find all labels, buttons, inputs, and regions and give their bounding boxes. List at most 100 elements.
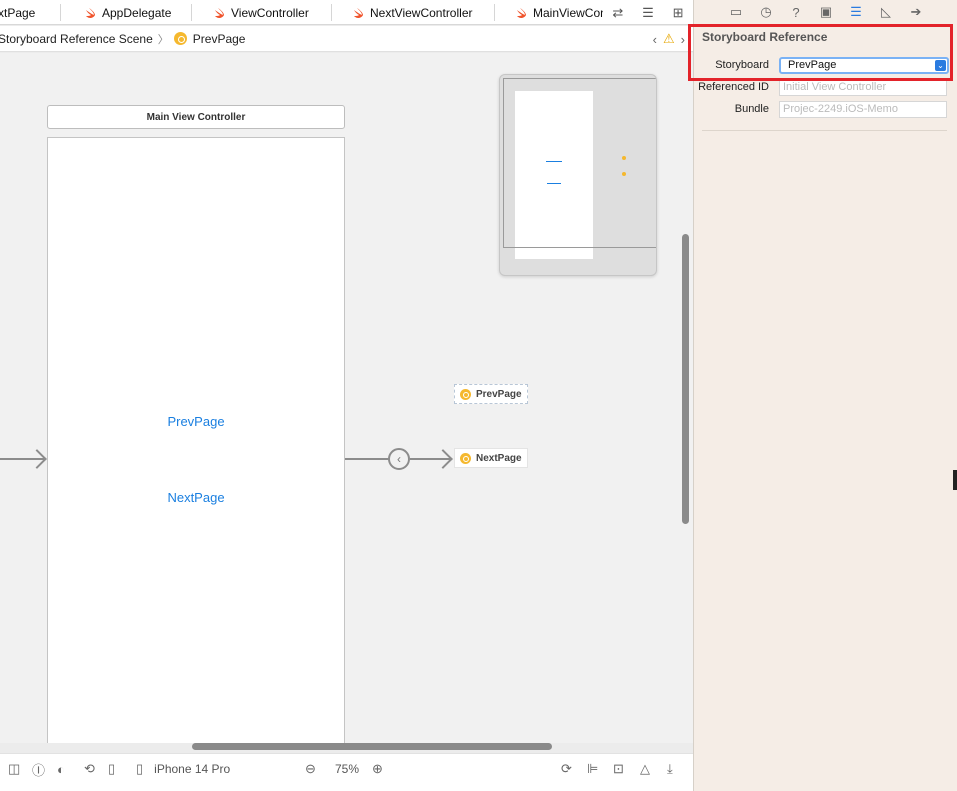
- main-view-controller-scene[interactable]: PrevPage NextPage: [47, 137, 345, 743]
- storyboard-row: Storyboard PrevPage ⌄: [694, 55, 957, 75]
- appearance-toggle[interactable]: ◐: [57, 754, 65, 784]
- minimap-viewport[interactable]: [503, 78, 656, 248]
- editor-tools: ⇄ ☰ ⊞: [603, 0, 693, 24]
- layout-icon: ▯: [108, 761, 116, 776]
- tab-divider: [331, 4, 332, 21]
- tab-nextviewcontroller[interactable]: NextViewController: [353, 0, 473, 24]
- add-editor-icon[interactable]: ⊞: [673, 5, 684, 21]
- sidebar-icon: ◫: [8, 761, 21, 776]
- storyboard-reference-icon: [460, 388, 471, 400]
- entry-arrow-head: [27, 449, 47, 469]
- storyboard-select[interactable]: PrevPage ⌄: [779, 56, 949, 74]
- tab-label: AppDelegate: [102, 5, 172, 20]
- canvas-bottom-bar: ◫ Ⓘ ◐ ⟲ ▯ ▯ iPhone 14 Pro ⊖ 75% ⊕ ⟳ ⊫ ⊡ …: [0, 753, 693, 791]
- orientation-toggle[interactable]: ⟲: [84, 754, 95, 784]
- storyboard-reference-icon: [460, 452, 471, 464]
- history-icon[interactable]: ◷: [758, 4, 774, 20]
- bundle-field[interactable]: Projec-2249.iOS-Memo: [779, 100, 947, 118]
- device-selector[interactable]: ▯ iPhone 14 Pro: [136, 754, 230, 784]
- window-edge-marker: [953, 470, 957, 490]
- phone-icon: ▯: [136, 761, 144, 776]
- segue-line: [345, 458, 389, 460]
- appearance-icon: ◐: [57, 761, 65, 777]
- tab-label: NextViewController: [370, 5, 473, 20]
- warning-icon[interactable]: ⚠: [663, 31, 675, 47]
- storyboard-value: PrevPage: [788, 59, 837, 71]
- frame-icon: ⟳: [561, 761, 572, 776]
- breadcrumb-scene[interactable]: Storyboard Reference Scene: [0, 32, 153, 46]
- storyboard-label: Storyboard: [715, 59, 769, 71]
- editor-options-icon[interactable]: ☰: [642, 5, 654, 21]
- document-outline-toggle[interactable]: ◫: [8, 754, 20, 784]
- embed-icon: ⤓: [667, 761, 673, 776]
- tab-mainviewcontroller[interactable]: MainViewCon: [516, 0, 607, 24]
- tab-divider: [494, 4, 495, 21]
- segue-icon[interactable]: ‹: [388, 448, 410, 470]
- bundle-label: Bundle: [734, 103, 769, 115]
- chevron-down-icon: ⌄: [935, 59, 946, 71]
- embed-in-button[interactable]: ⤓: [667, 754, 673, 784]
- vertical-scrollbar[interactable]: [682, 234, 689, 524]
- section-divider: [702, 130, 947, 131]
- align-icon: ⊫: [587, 761, 599, 776]
- attributes-inspector: ▭ ◷ ? ▣ ☰ ◺ ➔ Storyboard Reference Story…: [693, 0, 957, 791]
- help-icon[interactable]: ?: [788, 5, 804, 20]
- zoom-out-icon: ⊖: [305, 761, 316, 776]
- orientation-icon: ⟲: [84, 761, 95, 776]
- bundle-row: Bundle Projec-2249.iOS-Memo: [694, 99, 957, 119]
- canvas-minimap[interactable]: [499, 74, 657, 276]
- nextpage-button[interactable]: NextPage: [48, 490, 344, 505]
- storyboard-reference-prevpage[interactable]: PrevPage: [454, 384, 528, 404]
- storyboard-canvas[interactable]: Main View Controller PrevPage NextPage ‹…: [0, 53, 693, 743]
- referenced-id-field[interactable]: Initial View Controller: [779, 78, 947, 96]
- swift-file-icon: [517, 7, 526, 18]
- file-inspector-icon[interactable]: ▭: [728, 4, 744, 20]
- tab-divider: [60, 4, 61, 21]
- update-frames-button[interactable]: ⟳: [561, 754, 572, 784]
- connections-inspector-icon[interactable]: ➔: [908, 4, 924, 20]
- tab-nextpage[interactable]: xtPage: [0, 0, 36, 24]
- ref-label: PrevPage: [476, 388, 522, 400]
- chevron-right-icon: 〉: [157, 33, 169, 46]
- add-constraints-button[interactable]: ⊡: [613, 754, 624, 784]
- zoom-out-button[interactable]: ⊖: [305, 754, 316, 784]
- identity-inspector-icon[interactable]: ▣: [818, 4, 834, 20]
- horizontal-scrollbar[interactable]: [192, 743, 552, 750]
- tab-divider: [191, 4, 192, 21]
- jump-bar-controls: ‹ ⚠ ›: [653, 26, 685, 52]
- accessibility-toggle[interactable]: Ⓘ: [32, 754, 45, 784]
- device-name: iPhone 14 Pro: [154, 762, 231, 776]
- attributes-inspector-icon[interactable]: ☰: [848, 4, 864, 20]
- prevpage-button[interactable]: PrevPage: [48, 414, 344, 429]
- breadcrumb-item[interactable]: PrevPage: [193, 32, 246, 46]
- jump-bar: Storyboard Reference Scene 〉 PrevPage ‹ …: [0, 26, 693, 52]
- tab-label: xtPage: [0, 5, 36, 20]
- ref-label: NextPage: [476, 452, 522, 464]
- tab-label: MainViewCon: [533, 5, 607, 20]
- segue-arrow-head: [433, 449, 453, 469]
- related-items-icon[interactable]: ⇄: [612, 5, 623, 21]
- forward-icon[interactable]: ›: [681, 32, 685, 47]
- tab-appdelegate[interactable]: AppDelegate: [85, 0, 172, 24]
- tab-label: ViewController: [231, 5, 309, 20]
- inspector-tabs: ▭ ◷ ? ▣ ☰ ◺ ➔: [694, 0, 957, 24]
- constraints-icon: ⊡: [613, 761, 624, 776]
- size-inspector-icon[interactable]: ◺: [878, 4, 894, 20]
- tab-viewcontroller[interactable]: ViewController: [214, 0, 309, 24]
- swift-file-icon: [215, 7, 224, 18]
- storyboard-reference-icon: [173, 32, 187, 45]
- swift-file-icon: [354, 7, 363, 18]
- zoom-in-icon: ⊕: [372, 761, 383, 776]
- resolve-issues-button[interactable]: △: [640, 754, 650, 784]
- swift-file-icon: [86, 7, 95, 18]
- back-icon[interactable]: ‹: [653, 32, 657, 47]
- align-button[interactable]: ⊫: [587, 754, 598, 784]
- zoom-in-button[interactable]: ⊕: [372, 754, 383, 784]
- zoom-level[interactable]: 75%: [335, 754, 359, 784]
- referenced-id-row: Referenced ID Initial View Controller: [694, 77, 957, 97]
- scene-title-bar[interactable]: Main View Controller: [47, 105, 345, 129]
- storyboard-reference-nextpage[interactable]: NextPage: [454, 448, 528, 468]
- device-frame-toggle[interactable]: ▯: [108, 754, 115, 784]
- section-title: Storyboard Reference: [702, 30, 828, 44]
- tab-bar: xtPage AppDelegate ViewController NextVi…: [0, 0, 693, 25]
